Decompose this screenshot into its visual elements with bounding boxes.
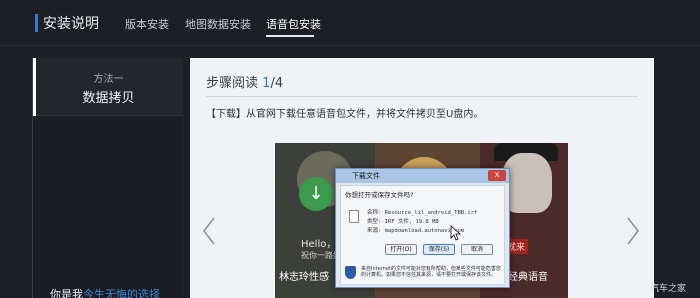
method-name: 数据拷贝: [82, 91, 135, 106]
dialog-title: 下载文件: [352, 172, 380, 180]
bottom-caption-highlight: 今生无悔的选择: [83, 288, 160, 298]
step-screenshot: ↓ Hello，我是 祝你一路好 林志玲性感 张口就来 经典语音 下载文件 X …: [275, 143, 568, 298]
divider: [206, 96, 638, 97]
file-name: 名称: Resource_lzl_android_TBB.irf: [367, 210, 478, 216]
close-icon[interactable]: X: [488, 170, 506, 181]
page-title: 安装说明: [43, 16, 99, 32]
active-tab-indicator: [266, 35, 314, 37]
dialog-titlebar: 下载文件 X: [336, 169, 509, 183]
next-arrow-icon[interactable]: [626, 216, 640, 246]
tab-voice-pack-install[interactable]: 语音包安装: [266, 16, 321, 32]
step-total: /4: [270, 76, 284, 91]
cancel-button[interactable]: 取消: [461, 244, 493, 255]
download-icon: ↓: [299, 177, 333, 211]
tab-map-data-install[interactable]: 地图数据安装: [185, 16, 251, 32]
step-description: 【下载】从官网下载任意语音包文件，并将文件拷贝至U盘内。: [206, 109, 484, 120]
open-button[interactable]: 打开(O): [385, 244, 417, 255]
shield-icon: [345, 266, 356, 279]
step-label: 步骤阅读: [206, 76, 259, 91]
tab-version-install[interactable]: 版本安装: [125, 16, 169, 32]
previous-arrow-icon[interactable]: [202, 216, 216, 246]
download-dialog: 下载文件 X 你想打开或保存文件吗? 名称: Resource_lzl_andr…: [335, 168, 510, 288]
mouse-cursor-icon: [450, 225, 462, 241]
title-accent-bar: [35, 14, 38, 32]
file-icon: [349, 210, 359, 223]
dialog-question: 你想打开或保存文件吗?: [345, 191, 414, 199]
method-card[interactable]: 方法一 数据拷贝: [33, 58, 183, 116]
method-sidebar: 方法一 数据拷贝: [32, 58, 183, 298]
method-number: 方法一: [93, 74, 124, 85]
step-indicator: 步骤阅读 1/4: [206, 72, 283, 91]
top-header: 安装说明 版本安装 地图数据安装 语音包安装: [0, 0, 700, 46]
file-type: 类型: IRF 文件, 19.8 MB: [367, 219, 439, 225]
save-button[interactable]: 保存(S): [423, 244, 455, 255]
tile-caption-3: 经典语音: [508, 272, 548, 283]
tile-caption-1: 林志玲性感: [279, 272, 329, 283]
dialog-body: 你想打开或保存文件吗? 名称: Resource_lzl_android_TBB…: [340, 185, 505, 285]
bottom-caption: 你是我今生无悔的选择: [50, 286, 160, 298]
step-content-panel: 步骤阅读 1/4 【下载】从官网下载任意语音包文件，并将文件拷贝至U盘内。 ↓ …: [190, 58, 654, 298]
security-note: 来自Internet的文件可能对您有所帮助，但某些文件可能危害您的计算机。如果您…: [361, 266, 501, 278]
watermark-text: 汽车之家: [650, 284, 687, 294]
bottom-caption-a: 你是我: [50, 288, 83, 298]
